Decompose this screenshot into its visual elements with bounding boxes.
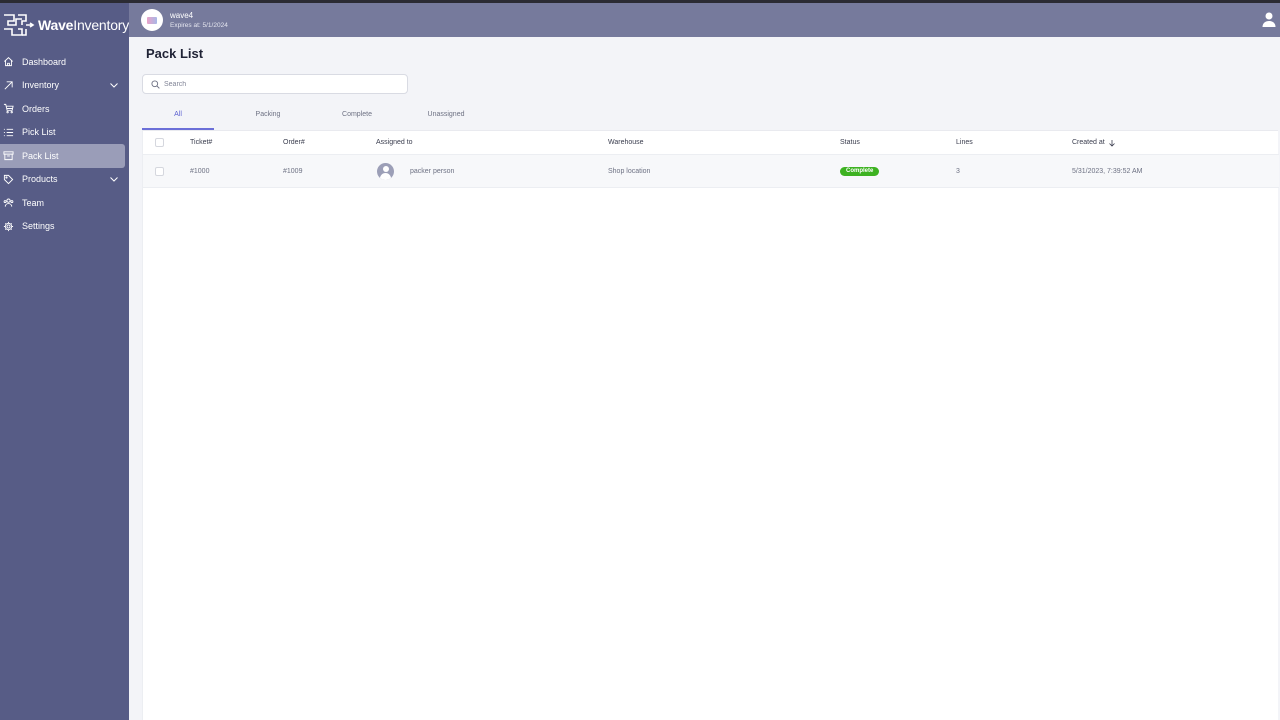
pack-list-table: Ticket# Order# Assigned to Warehouse Sta…	[142, 130, 1279, 720]
gear-icon	[3, 221, 14, 232]
tab-complete[interactable]: Complete	[321, 105, 393, 130]
list-icon	[3, 127, 14, 138]
app-name: WaveInventory	[38, 17, 130, 33]
app-logo[interactable]: WaveInventory	[2, 11, 129, 39]
sidebar-item-products[interactable]: Products	[0, 168, 129, 192]
column-header-lines[interactable]: Lines	[956, 131, 973, 154]
column-header-status[interactable]: Status	[840, 131, 860, 154]
sidebar: WaveInventory Dashboard Inventory Orders…	[0, 3, 129, 720]
select-all-checkbox[interactable]	[155, 138, 164, 147]
tag-icon	[3, 174, 14, 185]
tab-packing[interactable]: Packing	[232, 105, 304, 130]
created-at: 5/31/2023, 7:39:52 AM	[1072, 167, 1143, 175]
warehouse-name: Shop location	[608, 167, 651, 175]
sidebar-item-pack-list[interactable]: Pack List	[0, 144, 125, 168]
column-header-order[interactable]: Order#	[283, 131, 305, 154]
column-header-warehouse[interactable]: Warehouse	[608, 131, 644, 154]
status-tabs: All Packing Complete Unassigned	[142, 105, 1278, 130]
sort-arrow-down-icon	[1108, 139, 1115, 147]
ticket-number[interactable]: #1000	[190, 155, 209, 187]
sidebar-item-settings[interactable]: Settings	[0, 215, 129, 239]
table-row[interactable]: #1000 #1009 packer person Shop location …	[143, 155, 1279, 188]
chevron-down-icon[interactable]	[109, 174, 119, 184]
users-icon	[3, 197, 14, 208]
org-expiry: Expires at: 5/1/2024	[170, 22, 228, 29]
org-name: wave4	[170, 11, 194, 20]
sidebar-item-inventory[interactable]: Inventory	[0, 74, 129, 98]
archive-box-icon	[3, 150, 14, 161]
sidebar-item-orders[interactable]: Orders	[0, 97, 129, 121]
lines-count: 3	[956, 167, 960, 175]
search-input[interactable]	[164, 77, 399, 91]
tab-unassigned[interactable]: Unassigned	[410, 105, 482, 130]
page-title: Pack List	[146, 46, 204, 61]
order-number[interactable]: #1009	[283, 155, 302, 187]
cart-icon	[3, 103, 14, 114]
column-header-assigned-to[interactable]: Assigned to	[376, 131, 413, 154]
assignee-avatar-icon	[377, 162, 394, 180]
home-icon	[3, 56, 14, 67]
status-badge: Complete	[840, 166, 880, 176]
sidebar-nav: Dashboard Inventory Orders Pick List Pac…	[0, 50, 129, 238]
org-avatar[interactable]	[141, 9, 163, 31]
sidebar-item-pick-list[interactable]: Pick List	[0, 121, 129, 145]
table-header-row: Ticket# Order# Assigned to Warehouse Sta…	[143, 131, 1279, 155]
assignee-name: packer person	[410, 167, 455, 175]
user-icon[interactable]	[1262, 12, 1276, 27]
sidebar-item-team[interactable]: Team	[0, 191, 129, 215]
column-header-ticket[interactable]: Ticket#	[190, 131, 212, 154]
tab-all[interactable]: All	[142, 105, 214, 130]
column-header-created-at[interactable]: Created at	[1072, 131, 1116, 154]
org-logo-icon	[147, 16, 157, 24]
maze-logo-icon	[4, 14, 35, 36]
top-header: wave4 Expires at: 5/1/2024	[129, 3, 1280, 37]
search-icon	[151, 80, 160, 89]
arrow-up-right-icon	[3, 80, 14, 91]
chevron-down-icon[interactable]	[109, 80, 119, 90]
row-checkbox[interactable]	[155, 166, 164, 176]
sidebar-item-dashboard[interactable]: Dashboard	[0, 50, 129, 74]
search-box[interactable]	[142, 74, 408, 94]
